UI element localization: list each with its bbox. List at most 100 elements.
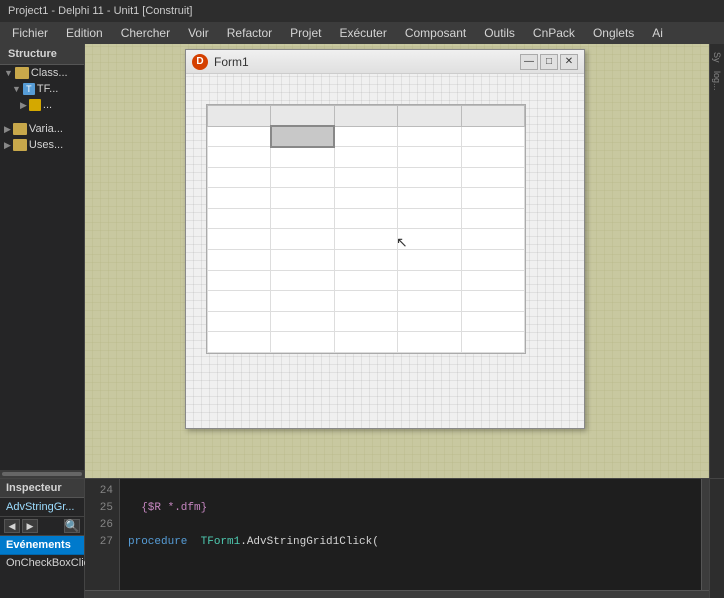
grid-cell[interactable] — [271, 106, 334, 127]
code-line-26 — [128, 517, 693, 534]
grid-cell[interactable] — [461, 291, 524, 312]
grid-cell[interactable] — [208, 208, 271, 229]
grid-cell[interactable] — [271, 332, 334, 353]
folder-icon — [15, 67, 29, 79]
grid-cell[interactable] — [461, 208, 524, 229]
menu-projet[interactable]: Projet — [282, 22, 329, 44]
grid-cell[interactable] — [334, 250, 397, 271]
menu-composant[interactable]: Composant — [397, 22, 474, 44]
form1-body[interactable]: ↖ — [186, 74, 584, 428]
inspector-component[interactable]: AdvStringGr... — [0, 498, 84, 517]
grid-cell[interactable] — [208, 106, 271, 127]
grid-cell[interactable] — [271, 250, 334, 271]
grid-cell[interactable] — [208, 147, 271, 168]
grid-cell[interactable] — [398, 208, 461, 229]
code-editor[interactable]: 24 25 26 27 {$R *.dfm} procedure TForm1.… — [85, 479, 709, 598]
grid-cell[interactable] — [334, 188, 397, 209]
keyword-procedure: procedure — [128, 536, 187, 548]
tree-item-uses[interactable]: ▶ Uses... — [0, 137, 84, 153]
grid-cell[interactable] — [334, 167, 397, 188]
tree-item-varia[interactable]: ▶ Varia... — [0, 121, 84, 137]
grid-cell[interactable] — [208, 126, 271, 147]
menu-edition[interactable]: Edition — [58, 22, 111, 44]
tree-item-class[interactable]: ▼ Class... — [0, 65, 84, 81]
form1-titlebar[interactable]: D Form1 — □ ✕ — [186, 50, 584, 74]
form1-window[interactable]: D Form1 — □ ✕ ↖ — [185, 49, 585, 429]
grid-cell[interactable] — [271, 167, 334, 188]
menu-cnpack[interactable]: CnPack — [525, 22, 583, 44]
grid-cell[interactable] — [334, 270, 397, 291]
grid-cell[interactable] — [208, 229, 271, 250]
design-area[interactable]: D Form1 — □ ✕ ↖ — [85, 44, 709, 478]
grid-cell[interactable] — [334, 126, 397, 147]
code-scrollbar-v[interactable] — [701, 479, 709, 590]
menu-onglets[interactable]: Onglets — [585, 22, 642, 44]
inspector-right-button[interactable]: ▶ — [22, 519, 38, 533]
grid-cell[interactable] — [334, 208, 397, 229]
grid-cell[interactable] — [208, 270, 271, 291]
form1-maximize-button[interactable]: □ — [540, 54, 558, 70]
grid-cell[interactable] — [208, 188, 271, 209]
grid-cell[interactable] — [461, 188, 524, 209]
grid-cell[interactable] — [334, 229, 397, 250]
grid-cell[interactable] — [334, 332, 397, 353]
grid-cell[interactable] — [398, 332, 461, 353]
grid-cell[interactable] — [398, 291, 461, 312]
grid-cell[interactable] — [461, 106, 524, 127]
grid-cell[interactable] — [334, 291, 397, 312]
adv-string-grid[interactable] — [206, 104, 526, 354]
menu-ai[interactable]: Ai — [644, 22, 671, 44]
grid-cell[interactable] — [461, 250, 524, 271]
inspector-left-button[interactable]: ◀ — [4, 519, 20, 533]
events-tab[interactable]: Evénements — [0, 536, 84, 555]
menu-voir[interactable]: Voir — [180, 22, 217, 44]
table-row — [208, 208, 525, 229]
grid-cell[interactable] — [398, 270, 461, 291]
grid-cell[interactable] — [461, 229, 524, 250]
inspector-search-icon[interactable]: 🔍 — [64, 519, 80, 533]
grid-cell[interactable] — [461, 126, 524, 147]
form1-minimize-button[interactable]: — — [520, 54, 538, 70]
menu-fichier[interactable]: Fichier — [4, 22, 56, 44]
grid-cell[interactable] — [271, 147, 334, 168]
menu-chercher[interactable]: Chercher — [113, 22, 178, 44]
grid-cell[interactable] — [208, 311, 271, 332]
grid-cell[interactable] — [461, 270, 524, 291]
grid-cell[interactable] — [398, 167, 461, 188]
grid-cell[interactable] — [271, 126, 334, 147]
grid-cell[interactable] — [461, 311, 524, 332]
grid-cell[interactable] — [398, 311, 461, 332]
grid-cell[interactable] — [208, 167, 271, 188]
grid-cell[interactable] — [461, 147, 524, 168]
grid-cell[interactable] — [208, 332, 271, 353]
grid-cell[interactable] — [398, 188, 461, 209]
menu-outils[interactable]: Outils — [476, 22, 523, 44]
code-content[interactable]: {$R *.dfm} procedure TForm1.AdvStringGri… — [120, 479, 701, 590]
event-item-oncheckboxclick[interactable]: OnCheckBoxClick — [0, 555, 84, 571]
scroll-handle[interactable] — [0, 470, 84, 478]
code-scrollbar-h[interactable] — [85, 590, 709, 598]
tree-item-field[interactable]: ▶ ... — [16, 97, 84, 113]
grid-cell[interactable] — [334, 106, 397, 127]
grid-cell[interactable] — [398, 147, 461, 168]
grid-cell[interactable] — [334, 311, 397, 332]
grid-cell[interactable] — [398, 106, 461, 127]
tree-item-tf[interactable]: ▼ T TF... — [8, 81, 84, 97]
menu-executer[interactable]: Exécuter — [331, 22, 394, 44]
grid-cell[interactable] — [334, 147, 397, 168]
grid-cell[interactable] — [271, 270, 334, 291]
grid-cell[interactable] — [271, 311, 334, 332]
grid-cell[interactable] — [271, 229, 334, 250]
grid-cell[interactable] — [208, 250, 271, 271]
grid-cell[interactable] — [461, 332, 524, 353]
grid-cell[interactable] — [398, 126, 461, 147]
grid-cell[interactable] — [208, 291, 271, 312]
grid-cell[interactable] — [271, 291, 334, 312]
grid-cell[interactable] — [271, 208, 334, 229]
grid-cell[interactable] — [271, 188, 334, 209]
grid-cell[interactable] — [398, 250, 461, 271]
grid-cell[interactable] — [461, 167, 524, 188]
menu-refactor[interactable]: Refactor — [219, 22, 280, 44]
grid-cell[interactable] — [398, 229, 461, 250]
form1-close-button[interactable]: ✕ — [560, 54, 578, 70]
